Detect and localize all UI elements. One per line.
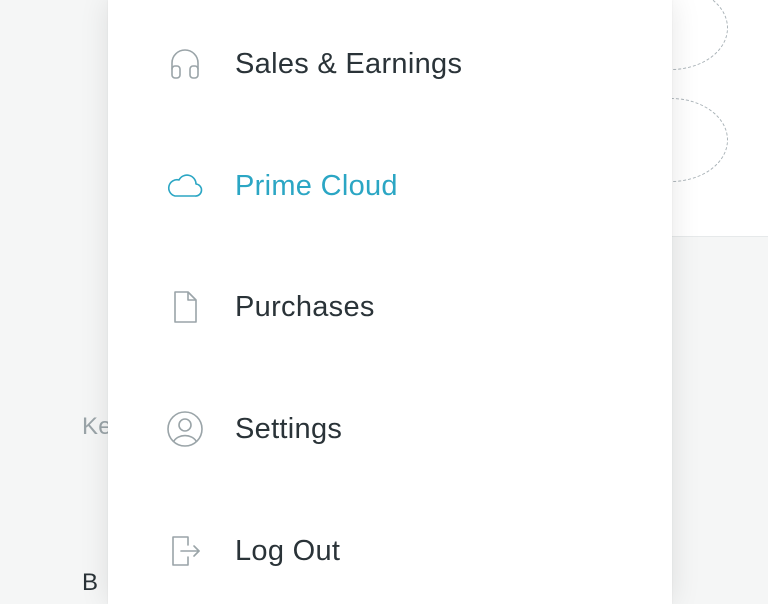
menu-item-label: Sales & Earnings <box>235 47 463 80</box>
user-circle-icon <box>166 410 204 448</box>
navigation-menu: Sales & Earnings Prime Cloud Purchases S… <box>108 0 672 604</box>
menu-item-label: Settings <box>235 412 343 445</box>
menu-item-purchases[interactable]: Purchases <box>108 257 672 357</box>
app-screen: Ke B Sales & Earnings Prime Cloud Purcha… <box>0 0 768 604</box>
menu-item-log-out[interactable]: Log Out <box>108 501 672 601</box>
menu-item-prime-cloud[interactable]: Prime Cloud <box>108 136 672 236</box>
menu-item-label: Prime Cloud <box>235 169 398 202</box>
document-icon <box>166 288 204 326</box>
background-partial-letter: B <box>82 569 99 596</box>
menu-item-label: Log Out <box>235 534 341 567</box>
menu-item-settings[interactable]: Settings <box>108 379 672 479</box>
cloud-icon <box>166 167 204 205</box>
headphones-icon <box>166 45 204 83</box>
logout-icon <box>166 532 204 570</box>
menu-item-label: Purchases <box>235 290 375 323</box>
menu-item-sales-earnings[interactable]: Sales & Earnings <box>108 14 672 114</box>
